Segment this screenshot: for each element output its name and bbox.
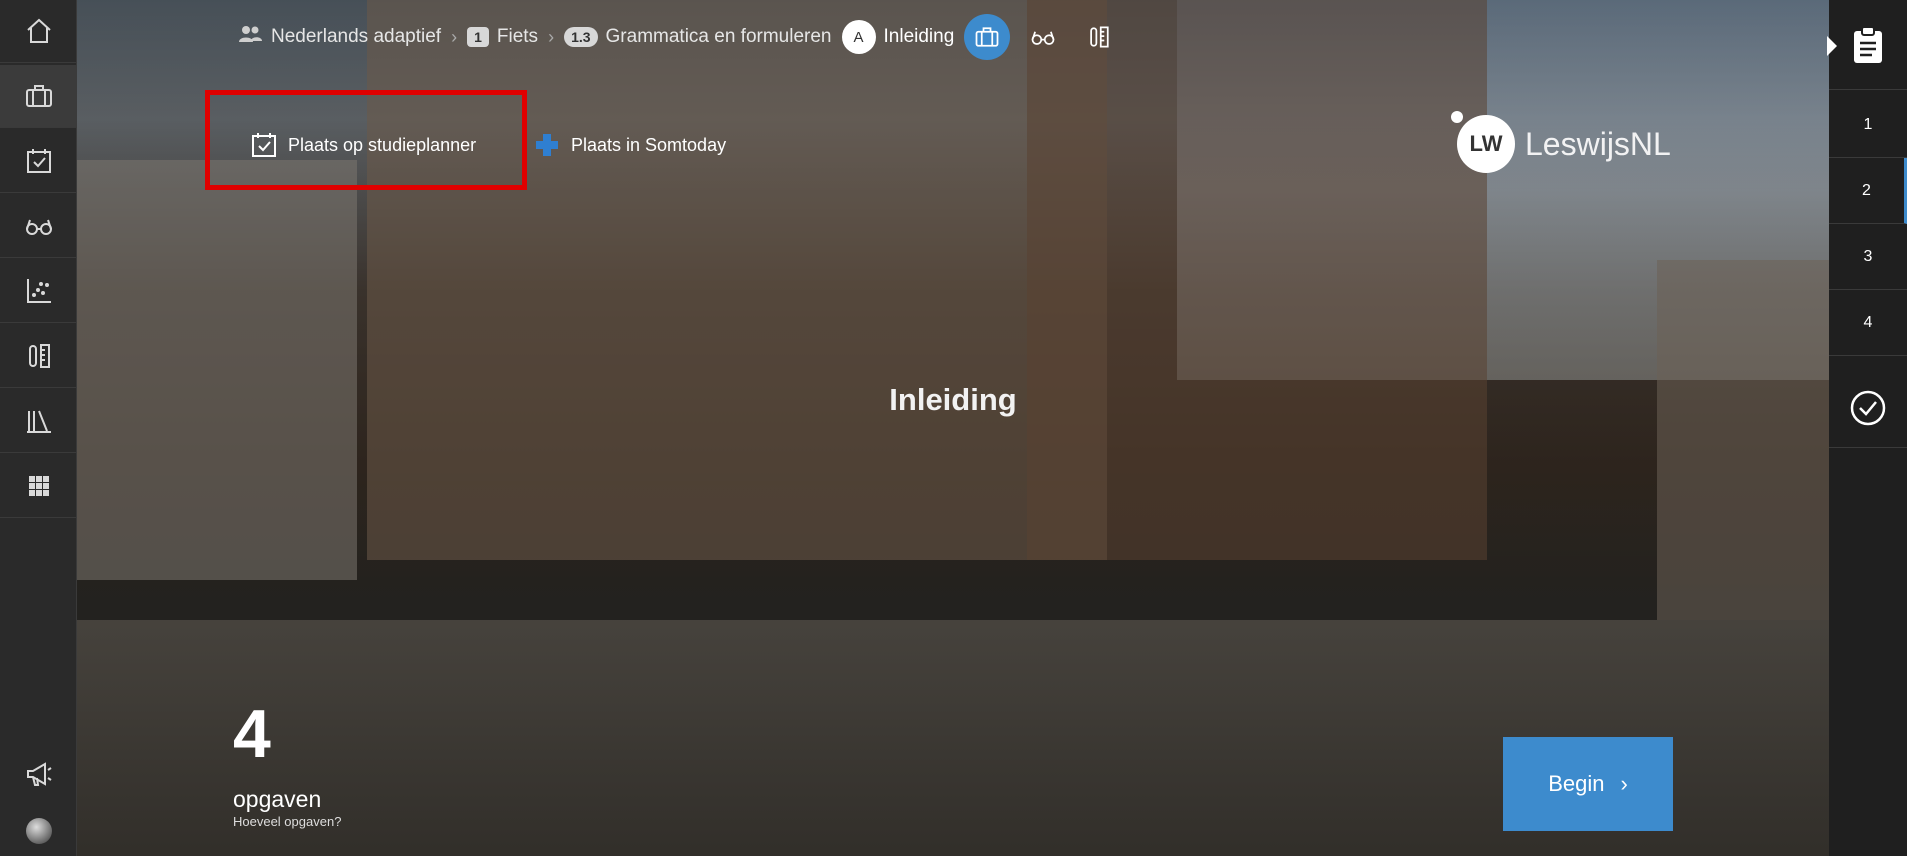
chapter-badge: 1: [467, 27, 489, 47]
glasses-icon: [25, 219, 52, 235]
nav-tools[interactable]: [0, 325, 77, 388]
nav-home[interactable]: [0, 0, 77, 63]
logo-name: Leswijs: [1525, 125, 1630, 162]
exercise-count-label: opgaven: [233, 786, 322, 812]
nav-courses[interactable]: [0, 65, 77, 128]
tools-tool-button[interactable]: [1076, 14, 1122, 60]
hero-background-building: [77, 160, 357, 580]
section-badge: 1.3: [564, 27, 598, 47]
chevron-right-icon: ›: [1620, 771, 1628, 796]
breadcrumb-paragraph[interactable]: A Inleiding: [841, 20, 955, 54]
place-in-somtoday-button[interactable]: Plaats in Somtoday: [533, 131, 726, 159]
breadcrumb-label: Inleiding: [883, 26, 955, 47]
breadcrumb-section[interactable]: 1.3 Grammatica en formuleren: [564, 26, 832, 48]
hero-background-building: [1027, 0, 1487, 560]
hero-background-building: [1657, 260, 1829, 620]
scatter-chart-icon: [26, 279, 51, 303]
logo-wordmark: LeswijsNL: [1525, 126, 1671, 163]
page-title: Inleiding: [889, 382, 1017, 417]
nav-apps[interactable]: [0, 455, 77, 518]
step-navigation: 1 2 3 4: [1827, 0, 1907, 856]
nav-announcements[interactable]: [0, 744, 77, 804]
step-3[interactable]: 3: [1829, 224, 1907, 290]
breadcrumb-label: Grammatica en formuleren: [605, 26, 832, 47]
apps-grid-icon: [28, 476, 49, 496]
place-in-somtoday-label: Plaats in Somtoday: [571, 134, 727, 155]
place-on-planner-button[interactable]: Plaats op studieplanner: [250, 131, 476, 159]
hero-background-building: [367, 0, 1107, 560]
tools-icon: [28, 344, 50, 368]
avatar: [25, 818, 52, 844]
left-nav-rail: [0, 0, 77, 856]
exercise-count-help-link[interactable]: Hoeveel opgaven?: [233, 814, 341, 829]
exercise-count: 4: [233, 696, 271, 772]
chevron-right-icon: ›: [548, 26, 555, 47]
review-tool-button[interactable]: [1020, 14, 1066, 60]
chevron-right-icon: ›: [451, 26, 458, 47]
briefcase-tool-button[interactable]: [964, 14, 1011, 60]
briefcase-icon: [975, 27, 999, 47]
finish-button[interactable]: [1829, 368, 1907, 448]
leswijs-logo: LW LeswijsNL: [1451, 111, 1671, 173]
paragraph-letter-badge: A: [841, 20, 876, 54]
task-overview-button[interactable]: [1827, 0, 1907, 90]
check-circle-icon: [1850, 390, 1886, 425]
step-1[interactable]: 1: [1829, 92, 1907, 158]
people-icon: [237, 21, 263, 53]
logo-suffix: NL: [1629, 125, 1671, 162]
begin-label: Begin: [1548, 771, 1605, 796]
nav-review[interactable]: [0, 195, 77, 258]
place-on-planner-label: Plaats op studieplanner: [288, 134, 477, 155]
breadcrumb-label: Nederlands adaptief: [271, 26, 442, 47]
megaphone-icon: [26, 762, 52, 786]
step-4[interactable]: 4: [1829, 290, 1907, 356]
breadcrumb-label: Fiets: [496, 26, 539, 47]
clipboard-icon: [1854, 25, 1882, 63]
calendar-check-icon: [252, 133, 276, 157]
lesson-hero: Nederlands adaptief › 1 Fiets › 1.3 Gram…: [77, 0, 1829, 856]
library-icon: [26, 410, 51, 433]
briefcase-icon: [25, 85, 52, 107]
logo-mark: LW: [1451, 111, 1515, 173]
breadcrumb: Nederlands adaptief › 1 Fiets › 1.3 Gram…: [237, 14, 1122, 60]
home-icon: [26, 18, 51, 43]
tools-icon: [1090, 26, 1109, 48]
user-avatar-button[interactable]: [0, 806, 77, 856]
breadcrumb-chapter[interactable]: 1 Fiets: [467, 26, 538, 48]
nav-planner[interactable]: [0, 130, 77, 193]
breadcrumb-course[interactable]: Nederlands adaptief: [237, 21, 441, 53]
nav-library[interactable]: [0, 390, 77, 453]
somtoday-icon: [536, 134, 558, 156]
calendar-check-icon: [26, 149, 51, 173]
caret-right-icon: [1827, 36, 1837, 56]
begin-button[interactable]: Begin ›: [1503, 737, 1673, 831]
step-2[interactable]: 2: [1829, 158, 1907, 224]
nav-results[interactable]: [0, 260, 77, 323]
glasses-icon: [1031, 31, 1055, 45]
